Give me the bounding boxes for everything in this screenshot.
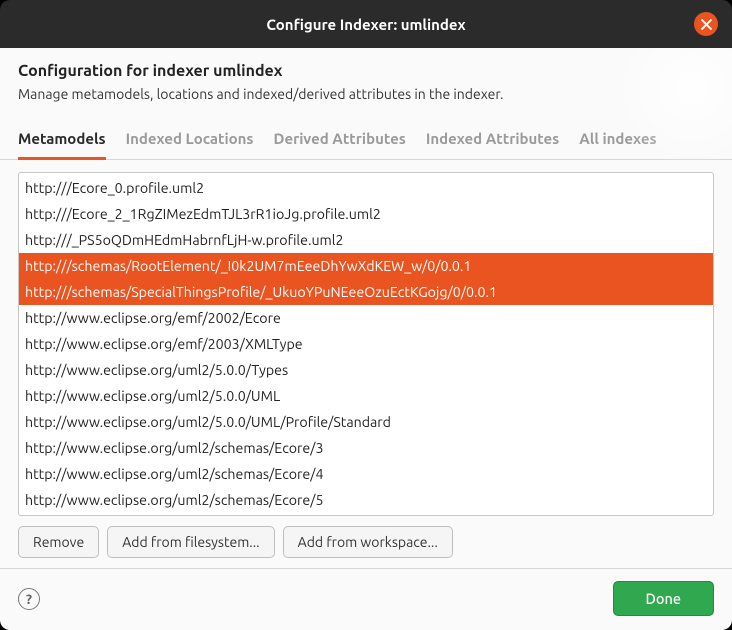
tab-content: http:///Ecore_0.profile.uml2http:///Ecor… [0,160,732,568]
help-button[interactable]: ? [18,588,40,610]
add-from-workspace-button[interactable]: Add from workspace... [283,526,453,558]
list-item[interactable]: http://www.eclipse.org/uml2/schemas/Ecor… [19,461,713,487]
list-item[interactable]: http:///Ecore_0.profile.uml2 [19,175,713,201]
dialog-heading: Configuration for indexer umlindex [18,62,714,80]
tab-all-indexes[interactable]: All indexes [579,124,656,160]
done-button[interactable]: Done [613,581,714,616]
window-title: Configure Indexer: umlindex [266,16,465,33]
dialog-window: Configure Indexer: umlindex Configuratio… [0,0,732,630]
list-item[interactable]: http://www.eclipse.org/emf/2002/Ecore [19,305,713,331]
list-item[interactable]: http://www.eclipse.org/uml2/schemas/Ecor… [19,487,713,513]
list-actions: Remove Add from filesystem... Add from w… [18,526,714,558]
tab-metamodels[interactable]: Metamodels [18,124,106,160]
list-item[interactable]: http://www.eclipse.org/uml2/schemas/Ecor… [19,435,713,461]
tab-indexed-locations[interactable]: Indexed Locations [126,124,254,160]
list-item[interactable]: http:///_PS5oQDmHEdmHabrnfLjH-w.profile.… [19,227,713,253]
tab-derived-attributes[interactable]: Derived Attributes [274,124,406,160]
help-icon: ? [26,591,32,607]
dialog-header: Configuration for indexer umlindex Manag… [0,48,732,110]
list-item[interactable]: http://www.eclipse.org/uml2/5.0.0/UML/Pr… [19,409,713,435]
list-item[interactable]: http:///Ecore_2_1RgZIMezEdmTJL3rR1ioJg.p… [19,201,713,227]
titlebar: Configure Indexer: umlindex [0,0,732,48]
add-from-filesystem-button[interactable]: Add from filesystem... [107,526,274,558]
list-item[interactable]: http:///schemas/SpecialThingsProfile/_Uk… [19,279,713,305]
remove-button[interactable]: Remove [18,526,99,558]
client-area: Configuration for indexer umlindex Manag… [0,48,732,630]
dialog-footer: ? Done [0,568,732,630]
close-icon [701,19,712,30]
list-item[interactable]: http://www.eclipse.org/uml2/5.0.0/Types [19,357,713,383]
dialog-subheading: Manage metamodels, locations and indexed… [18,86,714,102]
tab-bar: Metamodels Indexed Locations Derived Attri… [0,110,732,160]
tab-indexed-attributes[interactable]: Indexed Attributes [426,124,559,160]
close-button[interactable] [694,12,718,36]
list-item[interactable]: http:///schemas/RootElement/_I0k2UM7mEee… [19,253,713,279]
list-item[interactable]: http://www.eclipse.org/emf/2003/XMLType [19,331,713,357]
list-item[interactable]: http://www.eclipse.org/uml2/5.0.0/UML [19,383,713,409]
metamodels-list[interactable]: http:///Ecore_0.profile.uml2http:///Ecor… [18,172,714,516]
